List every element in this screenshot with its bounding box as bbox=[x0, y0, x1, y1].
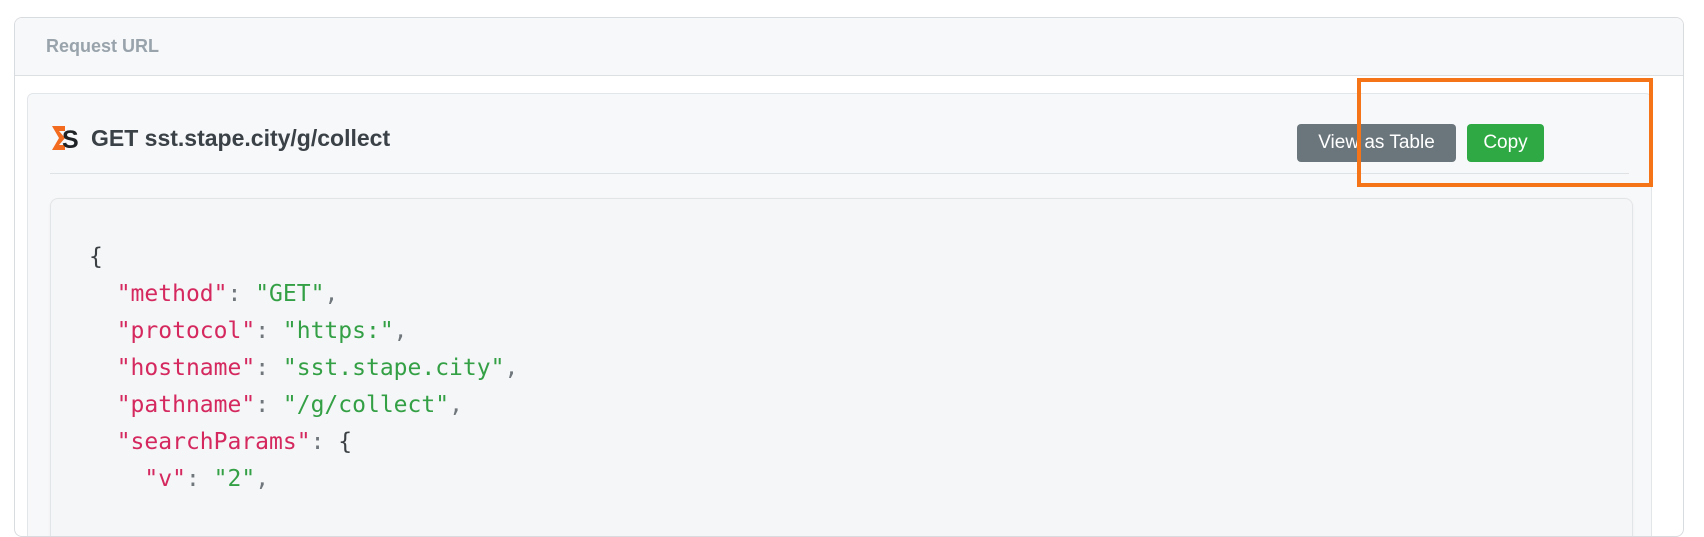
stape-logo-icon: S bbox=[52, 126, 78, 152]
request-panel: S GET sst.stape.city/g/collect View as T… bbox=[27, 93, 1652, 536]
svg-text:S: S bbox=[62, 126, 78, 152]
code-line: "protocol": "https:", bbox=[116, 318, 408, 344]
code-line-open: { bbox=[89, 239, 518, 276]
code-line: "pathname": "/g/collect", bbox=[116, 392, 463, 418]
json-key: "v" bbox=[144, 466, 186, 492]
code-line: "searchParams": { bbox=[116, 429, 353, 455]
json-value: "/g/collect" bbox=[282, 392, 450, 418]
json-value: "GET" bbox=[255, 281, 325, 307]
json-key: "protocol" bbox=[116, 318, 256, 344]
json-value: "sst.stape.city" bbox=[282, 355, 505, 381]
section-title: Request URL bbox=[46, 36, 160, 56]
copy-button[interactable]: Copy bbox=[1467, 124, 1544, 162]
code-line: "method": "GET", bbox=[116, 281, 339, 307]
request-header: S GET sst.stape.city/g/collect View as T… bbox=[50, 94, 1629, 174]
json-key: "searchParams" bbox=[116, 429, 311, 455]
json-value: "https:" bbox=[282, 318, 394, 344]
json-key: "hostname" bbox=[116, 355, 256, 381]
view-as-table-button[interactable]: View as Table bbox=[1297, 124, 1456, 162]
code-line: "v": "2", bbox=[144, 466, 270, 492]
code-line: "hostname": "sst.stape.city", bbox=[116, 355, 519, 381]
json-value: { bbox=[338, 429, 353, 455]
json-value: "2" bbox=[213, 466, 256, 492]
card-header: Request URL bbox=[15, 18, 1683, 76]
json-code: { "method": "GET", "protocol": "https:",… bbox=[89, 239, 518, 498]
request-title: GET sst.stape.city/g/collect bbox=[91, 125, 391, 151]
request-url-card: Request URL S GET sst.stape.city/g/colle… bbox=[14, 17, 1684, 537]
json-key: "pathname" bbox=[116, 392, 256, 418]
open-brace: { bbox=[89, 244, 103, 270]
json-key: "method" bbox=[116, 281, 228, 307]
json-code-block: { "method": "GET", "protocol": "https:",… bbox=[50, 198, 1633, 536]
